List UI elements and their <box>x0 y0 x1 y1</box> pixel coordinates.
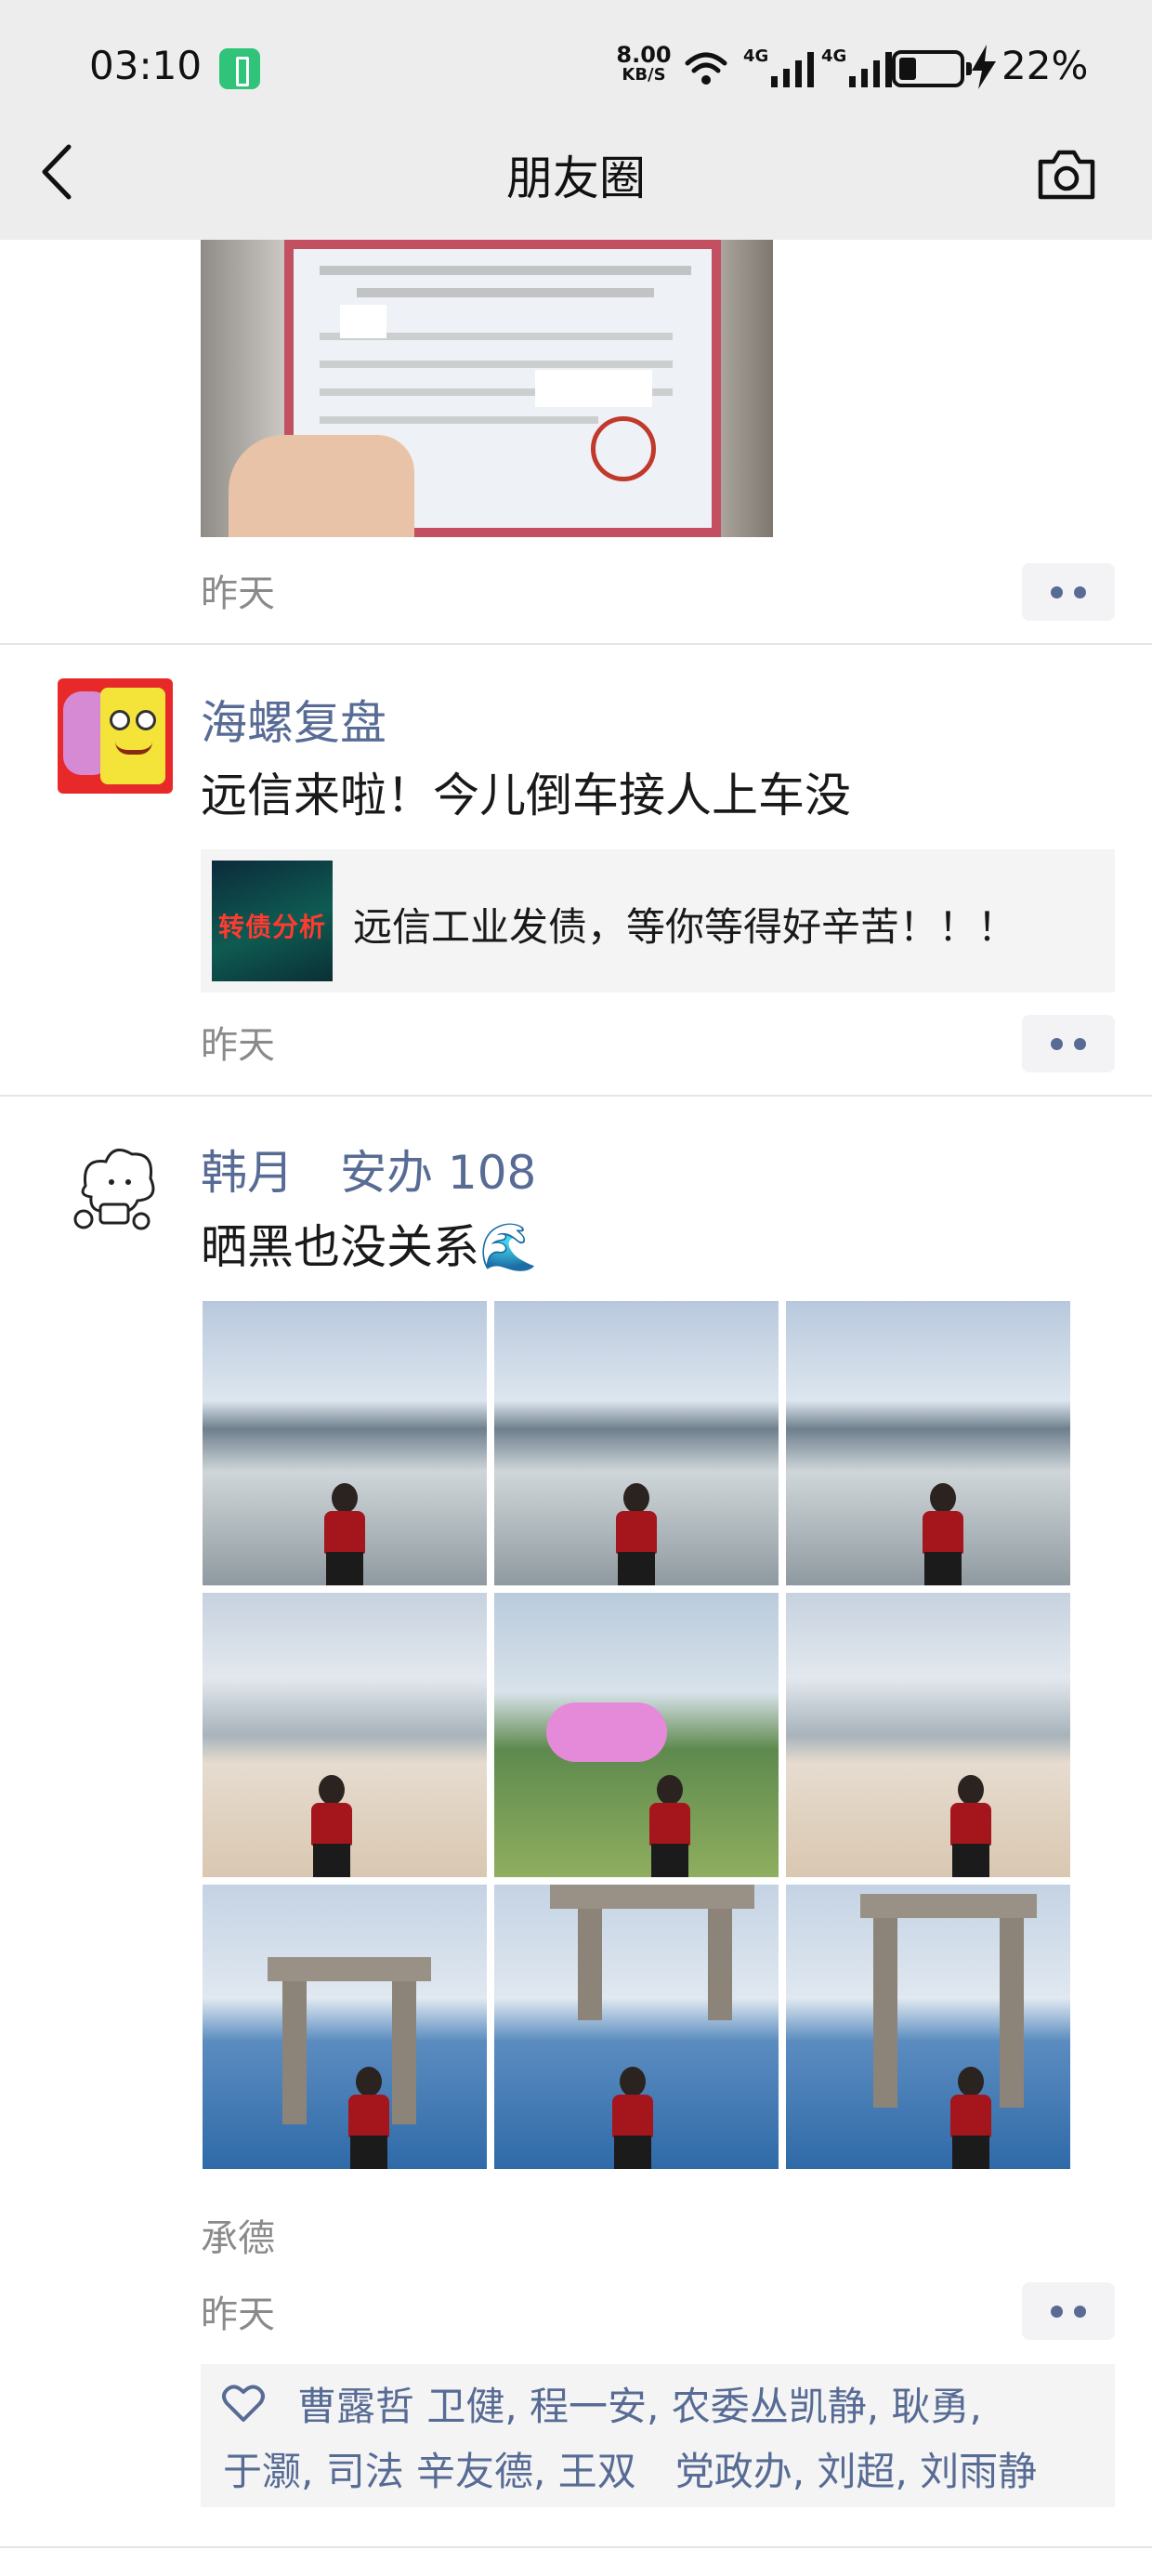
top-bar: 03:10 8.00 KB/S 4G 4G 22% 朋友圈 <box>0 0 1152 240</box>
network-speed-unit: KB/S <box>622 65 666 85</box>
camera-icon[interactable] <box>1035 147 1098 203</box>
likes-section: 曹露哲 卫健, 程一安, 农委丛凯静, 耿勇, 于灏, 司法 辛友德, 王双 党… <box>201 2364 1115 2507</box>
likes-names-line-2[interactable]: 于灏, 司法 辛友德, 王双 党政办, 刘超, 刘雨静 <box>223 2440 1037 2497</box>
avatar[interactable] <box>58 678 173 794</box>
post-divider <box>0 2546 1152 2548</box>
link-thumbnail: 转债分析 <box>212 861 333 981</box>
post-text: 远信来啦！今儿倒车接人上车没 <box>201 769 851 822</box>
post-author[interactable]: 韩月 安办 108 <box>201 1136 536 1203</box>
post-divider <box>0 1095 1152 1097</box>
post-photo[interactable] <box>786 1885 1070 2169</box>
network-speed-value: 8.00 <box>616 42 672 68</box>
post-photo[interactable] <box>786 1301 1070 1585</box>
more-options-button[interactable] <box>1022 1015 1115 1072</box>
shared-link-card[interactable]: 转债分析 远信工业发债，等你等得好辛苦！！！ <box>201 849 1115 992</box>
post-photo[interactable] <box>201 240 773 537</box>
battery-percent: 22% <box>1001 43 1089 88</box>
network-speed: 8.00 KB/S <box>613 42 674 85</box>
post-divider <box>0 643 1152 645</box>
post-location[interactable]: 承德 <box>201 2208 275 2262</box>
post-time: 昨天 <box>201 2293 275 2336</box>
battery-icon <box>892 50 972 87</box>
link-title: 远信工业发债，等你等得好辛苦！！！ <box>353 904 1017 950</box>
cell-signal-2-icon: 4G <box>821 45 894 87</box>
status-time: 03:10 <box>89 43 203 88</box>
cell-signal-1-icon: 4G <box>743 45 816 87</box>
heart-icon <box>222 2385 265 2422</box>
battery-saver-icon <box>219 48 260 89</box>
post-photo[interactable] <box>494 1885 779 2169</box>
post-author[interactable]: 海螺复盘 <box>201 686 386 753</box>
more-options-button[interactable] <box>1022 2282 1115 2340</box>
post-time: 昨天 <box>201 1024 275 1067</box>
page-title: 朋友圈 <box>506 151 646 205</box>
post-photo[interactable] <box>203 1301 487 1585</box>
charging-bolt-icon <box>972 45 996 89</box>
post-photo[interactable] <box>203 1593 487 1877</box>
post-photo[interactable] <box>494 1593 779 1877</box>
wifi-icon <box>685 52 727 85</box>
likes-names-line-1[interactable]: 曹露哲 卫健, 程一安, 农委丛凯静, 耿勇, <box>297 2375 982 2432</box>
avatar[interactable] <box>58 1130 173 1245</box>
more-options-button[interactable] <box>1022 563 1115 621</box>
post-time: 昨天 <box>201 572 275 615</box>
post-photo[interactable] <box>786 1593 1070 1877</box>
post-text: 晒黑也没关系🌊 <box>201 1220 538 1274</box>
post-photo[interactable] <box>494 1301 779 1585</box>
post-photo[interactable] <box>203 1885 487 2169</box>
